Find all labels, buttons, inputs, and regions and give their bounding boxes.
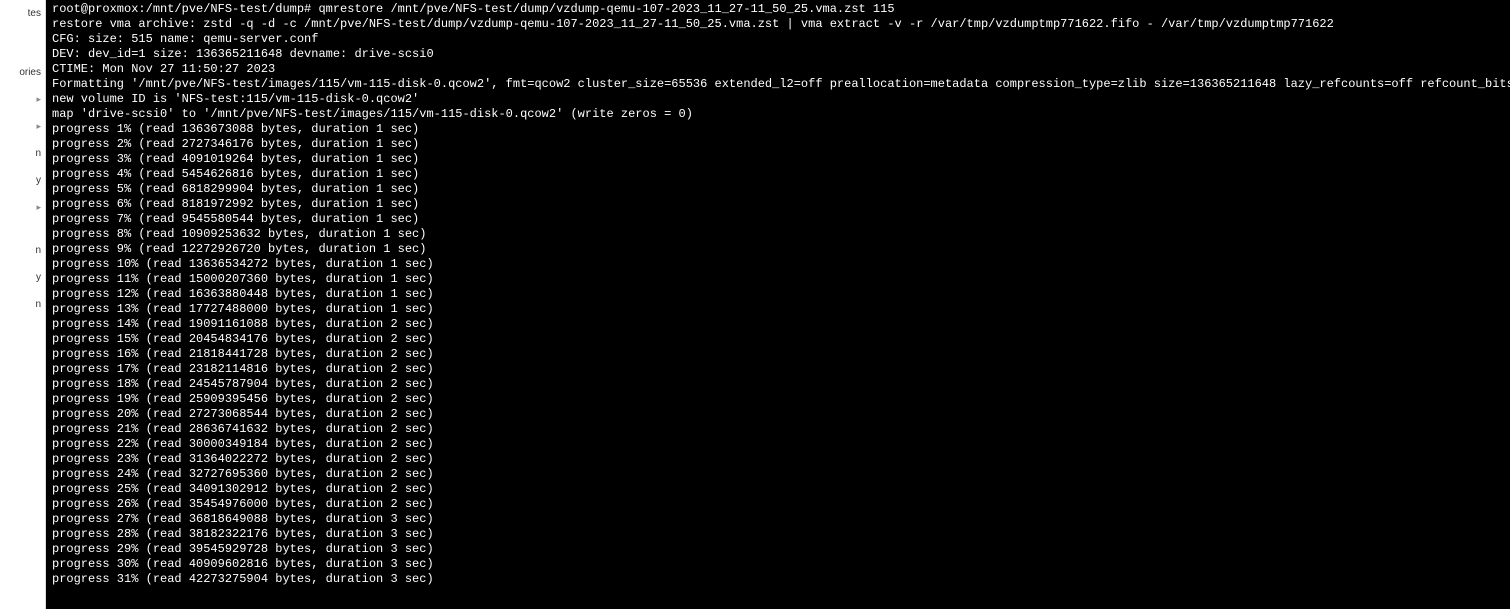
terminal-line: progress 23% (read 31364022272 bytes, du… bbox=[52, 452, 1504, 467]
sidebar-item[interactable]: tes bbox=[0, 0, 45, 27]
sidebar-item[interactable]: ▸ bbox=[0, 194, 45, 221]
terminal-line: progress 12% (read 16363880448 bytes, du… bbox=[52, 287, 1504, 302]
sidebar-item[interactable]: y bbox=[0, 264, 45, 291]
terminal-line: progress 30% (read 40909602816 bytes, du… bbox=[52, 557, 1504, 572]
terminal-line: progress 5% (read 6818299904 bytes, dura… bbox=[52, 182, 1504, 197]
sidebar-item-label: n bbox=[35, 299, 41, 310]
terminal-line: progress 19% (read 25909395456 bytes, du… bbox=[52, 392, 1504, 407]
sidebar-item[interactable]: n bbox=[0, 140, 45, 167]
terminal-line: progress 24% (read 32727695360 bytes, du… bbox=[52, 467, 1504, 482]
sidebar-item[interactable]: n bbox=[0, 237, 45, 264]
terminal-line: progress 22% (read 30000349184 bytes, du… bbox=[52, 437, 1504, 452]
terminal-line: progress 3% (read 4091019264 bytes, dura… bbox=[52, 152, 1504, 167]
terminal-line: progress 31% (read 42273275904 bytes, du… bbox=[52, 572, 1504, 587]
terminal-line: progress 28% (read 38182322176 bytes, du… bbox=[52, 527, 1504, 542]
sidebar-item-label: n bbox=[35, 245, 41, 256]
terminal-line: progress 6% (read 8181972992 bytes, dura… bbox=[52, 197, 1504, 212]
terminal-line: progress 10% (read 13636534272 bytes, du… bbox=[52, 257, 1504, 272]
terminal-line: progress 7% (read 9545580544 bytes, dura… bbox=[52, 212, 1504, 227]
terminal-output[interactable]: root@proxmox:/mnt/pve/NFS-test/dump# qmr… bbox=[46, 0, 1510, 609]
sidebar-item[interactable] bbox=[0, 27, 45, 43]
sidebar-item[interactable]: y bbox=[0, 167, 45, 194]
terminal-line: progress 18% (read 24545787904 bytes, du… bbox=[52, 377, 1504, 392]
terminal-line: new volume ID is 'NFS-test:115/vm-115-di… bbox=[52, 92, 1504, 107]
sidebar-item-label: tes bbox=[28, 8, 41, 19]
sidebar-nav: tes ories ▸ ▸ n y ▸ n y n bbox=[0, 0, 46, 609]
sidebar-item[interactable] bbox=[0, 221, 45, 237]
chevron-right-icon: ▸ bbox=[36, 202, 41, 213]
sidebar-item[interactable]: ▸ bbox=[0, 113, 45, 140]
sidebar-item-label: n bbox=[35, 148, 41, 159]
terminal-line: restore vma archive: zstd -q -d -c /mnt/… bbox=[52, 17, 1504, 32]
terminal-line: progress 8% (read 10909253632 bytes, dur… bbox=[52, 227, 1504, 242]
terminal-line: progress 4% (read 5454626816 bytes, dura… bbox=[52, 167, 1504, 182]
chevron-right-icon: ▸ bbox=[36, 121, 41, 132]
terminal-line: progress 1% (read 1363673088 bytes, dura… bbox=[52, 122, 1504, 137]
terminal-line: progress 25% (read 34091302912 bytes, du… bbox=[52, 482, 1504, 497]
terminal-line: progress 16% (read 21818441728 bytes, du… bbox=[52, 347, 1504, 362]
terminal-line: progress 17% (read 23182114816 bytes, du… bbox=[52, 362, 1504, 377]
terminal-line: progress 15% (read 20454834176 bytes, du… bbox=[52, 332, 1504, 347]
terminal-line: progress 29% (read 39545929728 bytes, du… bbox=[52, 542, 1504, 557]
sidebar-item[interactable]: n bbox=[0, 291, 45, 318]
sidebar-item-label: y bbox=[36, 272, 41, 283]
sidebar-item[interactable] bbox=[0, 43, 45, 59]
terminal-line: progress 27% (read 36818649088 bytes, du… bbox=[52, 512, 1504, 527]
terminal-line: root@proxmox:/mnt/pve/NFS-test/dump# qmr… bbox=[52, 2, 1504, 17]
terminal-line: progress 20% (read 27273068544 bytes, du… bbox=[52, 407, 1504, 422]
app-root: tes ories ▸ ▸ n y ▸ n y n root@proxmox:/mnt/pve/N… bbox=[0, 0, 1510, 609]
terminal-line: progress 14% (read 19091161088 bytes, du… bbox=[52, 317, 1504, 332]
terminal-line: CTIME: Mon Nov 27 11:50:27 2023 bbox=[52, 62, 1504, 77]
terminal-line: Formatting '/mnt/pve/NFS-test/images/115… bbox=[52, 77, 1504, 92]
terminal-line: progress 2% (read 2727346176 bytes, dura… bbox=[52, 137, 1504, 152]
sidebar-item-label: ories bbox=[19, 67, 41, 78]
terminal-line: progress 13% (read 17727488000 bytes, du… bbox=[52, 302, 1504, 317]
terminal-line: map 'drive-scsi0' to '/mnt/pve/NFS-test/… bbox=[52, 107, 1504, 122]
terminal-line: progress 26% (read 35454976000 bytes, du… bbox=[52, 497, 1504, 512]
sidebar-item-label: y bbox=[36, 175, 41, 186]
chevron-right-icon: ▸ bbox=[36, 94, 41, 105]
terminal-line: progress 9% (read 12272926720 bytes, dur… bbox=[52, 242, 1504, 257]
terminal-line: CFG: size: 515 name: qemu-server.conf bbox=[52, 32, 1504, 47]
sidebar-item[interactable]: ories bbox=[0, 59, 45, 86]
terminal-line: progress 21% (read 28636741632 bytes, du… bbox=[52, 422, 1504, 437]
terminal-line: progress 11% (read 15000207360 bytes, du… bbox=[52, 272, 1504, 287]
terminal-line: DEV: dev_id=1 size: 136365211648 devname… bbox=[52, 47, 1504, 62]
sidebar-item[interactable]: ▸ bbox=[0, 86, 45, 113]
